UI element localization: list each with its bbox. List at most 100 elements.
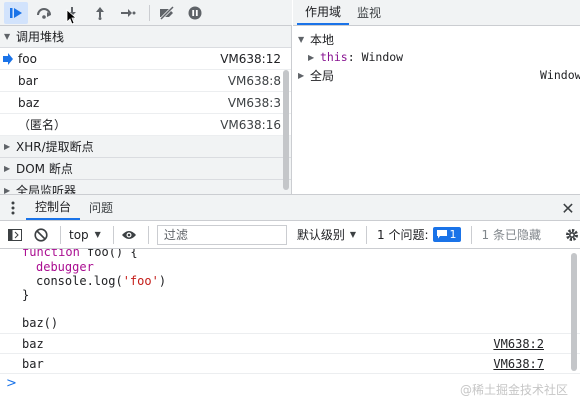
message-text: baz <box>22 336 44 351</box>
scope-tabs: 作用域 监视 <box>293 0 580 26</box>
call-frame-location: VM638:3 <box>227 95 281 110</box>
dom-breakpoints-title: DOM 断点 <box>16 162 73 176</box>
mouse-cursor-icon <box>66 9 76 25</box>
step-button[interactable] <box>116 2 140 24</box>
dropdown-arrow-icon: ▼ <box>349 230 356 239</box>
code-text: ) <box>158 274 167 288</box>
step-icon <box>121 8 136 17</box>
collapsed-triangle-icon: ▶ <box>4 164 11 173</box>
sources-sidebar: ▼ 调用堆栈 foo VM638:12 bar VM638:8 baz VM63… <box>0 26 292 194</box>
dom-breakpoints-header[interactable]: ▶ DOM 断点 <box>0 158 291 180</box>
pause-on-exceptions-button[interactable] <box>183 2 207 24</box>
call-frame-name: baz <box>18 95 40 110</box>
call-frame[interactable]: foo VM638:12 <box>0 48 291 70</box>
message-source-link[interactable]: VM638:7 <box>493 357 544 371</box>
code-keyword: debugger <box>36 260 94 274</box>
call-frame[interactable]: bar VM638:8 <box>0 70 291 92</box>
call-frame-location: VM638:8 <box>227 73 281 88</box>
scope-global-label: 全局 <box>310 68 335 83</box>
tab-issues[interactable]: 问题 <box>80 195 122 220</box>
call-stack-title: 调用堆栈 <box>16 30 65 44</box>
property-value: Window <box>361 50 404 64</box>
toolbar-divider <box>470 225 472 244</box>
property-colon: : <box>347 50 362 64</box>
collapsed-triangle-icon: ▶ <box>4 186 11 194</box>
collapsed-triangle-icon: ▶ <box>4 142 11 151</box>
scope-this-property[interactable]: ▶ this : Window <box>293 48 580 66</box>
code-line: } <box>22 288 29 302</box>
step-out-icon <box>96 6 104 20</box>
console-output: function foo() { debugger console.log('f… <box>0 249 580 410</box>
scope-local[interactable]: ▼ 本地 <box>293 30 580 48</box>
console-message: bar VM638:7 <box>0 353 580 373</box>
context-selector[interactable]: top ▼ <box>65 228 105 242</box>
log-levels-dropdown[interactable]: 默认级别 ▼ <box>291 226 362 243</box>
call-frame-location: VM638:12 <box>220 51 281 66</box>
expand-triangle-icon: ▼ <box>4 32 11 41</box>
code-line: debugger <box>36 260 94 274</box>
issues-label: 1 个问题: <box>377 228 429 242</box>
code-text: } <box>22 288 30 302</box>
drawer-menu-button[interactable] <box>0 195 26 220</box>
console-message: baz VM638:2 <box>0 333 580 353</box>
call-frame-name: （匿名） <box>18 118 67 132</box>
issues-badge: 1 <box>432 227 461 242</box>
deactivate-breakpoints-button[interactable] <box>155 2 179 24</box>
code-text: console.log( <box>36 274 123 288</box>
collapsed-triangle-icon: ▶ <box>298 70 305 80</box>
toolbar-divider <box>149 4 150 21</box>
step-over-icon <box>37 7 51 19</box>
message-source-link[interactable]: VM638:2 <box>493 337 544 351</box>
issues-button[interactable]: 1 个问题: 1 <box>371 226 467 243</box>
block-icon <box>34 227 48 242</box>
step-out-button[interactable] <box>88 2 112 24</box>
tab-watch[interactable]: 监视 <box>349 0 389 25</box>
issues-count: 1 <box>449 228 457 241</box>
code-text: foo() { <box>79 249 138 259</box>
step-over-button[interactable] <box>32 2 56 24</box>
message-icon <box>436 230 447 239</box>
clear-console-button[interactable] <box>30 225 52 245</box>
toolbar-divider <box>60 225 61 244</box>
property-key: this <box>320 50 348 64</box>
watermark: @稀土掘金技术社区 <box>459 383 568 397</box>
global-listeners-header[interactable]: ▶ 全局监听器 <box>0 180 291 194</box>
resume-button[interactable] <box>4 1 28 24</box>
gear-icon[interactable] <box>565 228 579 242</box>
xhr-breakpoints-header[interactable]: ▶ XHR/提取断点 <box>0 136 291 158</box>
more-vertical-icon <box>11 201 15 214</box>
scope-global[interactable]: ▶ 全局 Window <box>293 66 580 84</box>
eye-icon <box>121 230 136 239</box>
sidebar-scrollbar[interactable] <box>283 70 289 190</box>
call-frame-location: VM638:16 <box>220 117 281 132</box>
scope-local-label: 本地 <box>310 32 335 47</box>
call-frame[interactable]: （匿名） VM638:16 <box>0 114 291 136</box>
pause-on-exceptions-icon <box>188 6 202 19</box>
tab-console[interactable]: 控制台 <box>26 195 81 220</box>
deactivate-breakpoints-icon <box>159 5 175 20</box>
call-stack-header[interactable]: ▼ 调用堆栈 <box>0 26 291 48</box>
live-expression-button[interactable] <box>118 225 140 245</box>
console-scrollbar[interactable] <box>571 253 577 371</box>
tab-scope[interactable]: 作用域 <box>297 0 350 25</box>
current-frame-arrow-icon <box>3 53 13 65</box>
dropdown-arrow-icon: ▼ <box>94 230 101 239</box>
hidden-messages-count: 1 条已隐藏 <box>481 228 541 242</box>
log-levels-label: 默认级别 <box>296 228 345 242</box>
code-line: console.log('foo') <box>36 274 166 288</box>
code-line: function foo() { <box>22 249 138 259</box>
filter-input[interactable] <box>156 224 287 245</box>
collapsed-triangle-icon: ▶ <box>308 52 315 62</box>
call-frame[interactable]: baz VM638:3 <box>0 92 291 114</box>
close-icon[interactable]: ✕ <box>560 199 576 218</box>
console-toolbar: top ▼ 默认级别 ▼ 1 个问题: 1 1 条已隐藏 <box>0 221 580 249</box>
toolbar-divider <box>366 225 367 244</box>
console-prompt-icon: > <box>6 376 17 391</box>
console-call: baz() <box>22 316 59 330</box>
message-text: bar <box>22 356 44 371</box>
sidebar-toggle-button[interactable] <box>4 225 26 245</box>
context-value: top <box>69 227 89 242</box>
drawer-tab-bar: 控制台 问题 ✕ <box>0 194 580 221</box>
resume-icon <box>10 7 22 18</box>
scope-pane: 作用域 监视 ▼ 本地 ▶ this : Window ▶ 全局 Window <box>293 0 580 194</box>
